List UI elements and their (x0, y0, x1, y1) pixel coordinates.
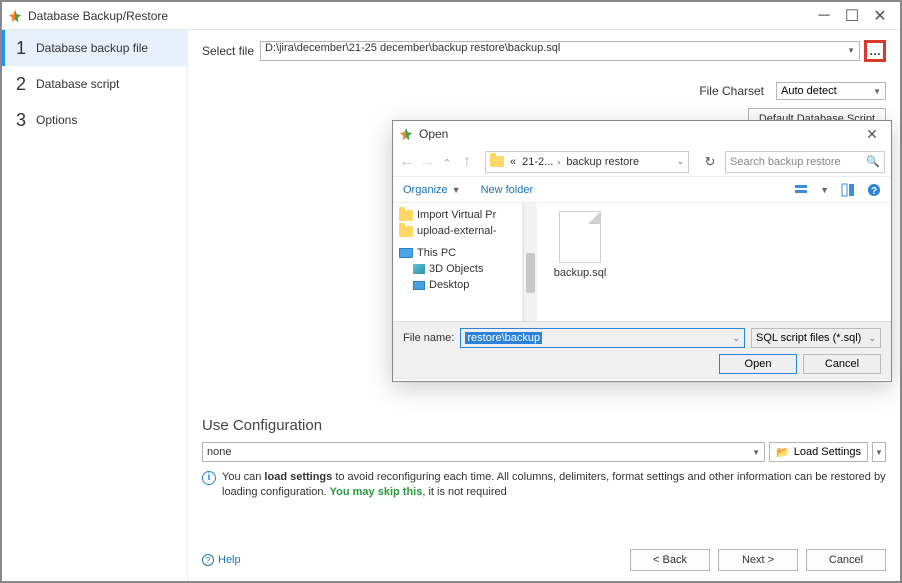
use-configuration-heading: Use Configuration (202, 417, 886, 434)
tree-item[interactable]: upload-external- (399, 223, 516, 239)
sql-file-icon (559, 211, 601, 263)
nav-back-button[interactable]: ← (399, 153, 415, 171)
folder-icon (490, 156, 504, 167)
folder-icon (399, 210, 413, 221)
chevron-down-icon: ⌄ (868, 333, 876, 344)
next-button[interactable]: Next > (718, 549, 798, 571)
search-icon: 🔍 (866, 155, 880, 168)
chevron-down-icon[interactable]: ⌄ (676, 156, 684, 167)
select-file-input[interactable]: D:\jira\december\21-25 december\backup r… (260, 41, 860, 61)
chevron-down-icon: ▼ (752, 448, 760, 457)
folder-icon (399, 226, 413, 237)
tree-item[interactable]: Import Virtual Pr (399, 207, 516, 223)
load-settings-dropdown[interactable]: ▼ (872, 442, 886, 462)
3d-objects-icon (413, 264, 425, 274)
filename-label: File name: (403, 332, 454, 344)
nav-forward-button[interactable]: → (419, 153, 435, 171)
folder-tree[interactable]: Import Virtual Pr upload-external- This … (393, 203, 523, 321)
desktop-icon (413, 281, 425, 290)
pc-icon (399, 248, 413, 258)
preview-pane-icon[interactable] (841, 183, 855, 197)
wizard-steps: 1 Database backup file 2 Database script… (2, 30, 188, 581)
tree-item[interactable]: Desktop (399, 277, 516, 293)
refresh-button[interactable]: ↻ (699, 151, 721, 173)
dialog-cancel-button[interactable]: Cancel (803, 354, 881, 374)
step-2[interactable]: 2 Database script (2, 66, 187, 102)
chevron-down-icon: ▼ (873, 87, 881, 96)
file-filter-select[interactable]: SQL script files (*.sql) ⌄ (751, 328, 881, 348)
svg-text:?: ? (871, 186, 877, 197)
open-file-dialog: Open ✕ ← → ⌄ ↑ « 21-2...› backup restore… (392, 120, 892, 382)
file-list[interactable]: backup.sql (537, 203, 891, 321)
back-button[interactable]: < Back (630, 549, 710, 571)
file-charset-label: File Charset (699, 84, 764, 98)
step-1[interactable]: 1 Database backup file (2, 30, 187, 66)
help-icon[interactable]: ? (867, 183, 881, 197)
help-link[interactable]: ? Help (202, 554, 241, 566)
file-charset-select[interactable]: Auto detect ▼ (776, 82, 886, 100)
filename-input[interactable]: restore\backup ⌄ (460, 328, 745, 348)
close-button[interactable]: ✕ (866, 6, 894, 26)
open-dialog-close-button[interactable]: ✕ (859, 124, 885, 144)
tree-scrollbar[interactable] (523, 203, 537, 321)
step-3[interactable]: 3 Options (2, 102, 187, 138)
titlebar: Database Backup/Restore ─ ☐ ✕ (2, 2, 900, 30)
minimize-button[interactable]: ─ (810, 6, 838, 26)
nav-recent-button[interactable]: ⌄ (439, 156, 455, 167)
help-icon: ? (202, 554, 214, 566)
open-dialog-title: Open (419, 127, 859, 141)
browse-button[interactable]: … (864, 40, 886, 62)
organize-menu[interactable]: Organize ▼ (403, 184, 461, 196)
app-logo-icon (8, 9, 22, 23)
open-button[interactable]: Open (719, 354, 797, 374)
chevron-down-icon[interactable]: ⌄ (732, 333, 740, 344)
view-mode-icon[interactable] (794, 183, 808, 197)
chevron-down-icon[interactable]: ▼ (847, 46, 855, 55)
folder-open-icon: 📂 (776, 446, 790, 459)
nav-up-button[interactable]: ↑ (459, 153, 475, 171)
cancel-button[interactable]: Cancel (806, 549, 886, 571)
tree-item[interactable]: 3D Objects (399, 261, 516, 277)
configuration-info-text: You can load settings to avoid reconfigu… (222, 470, 886, 501)
path-breadcrumb[interactable]: « 21-2...› backup restore ⌄ (485, 151, 689, 173)
file-item[interactable]: backup.sql (545, 211, 615, 279)
window-title: Database Backup/Restore (28, 9, 810, 23)
new-folder-button[interactable]: New folder (481, 184, 534, 196)
tree-item-this-pc[interactable]: This PC (399, 245, 516, 261)
info-icon: i (202, 471, 216, 485)
app-logo-icon (399, 127, 413, 141)
wizard-footer: ? Help < Back Next > Cancel (202, 549, 886, 571)
use-configuration-section: Use Configuration none ▼ 📂 Load Settings… (202, 417, 886, 501)
maximize-button[interactable]: ☐ (838, 6, 866, 26)
configuration-info: i You can load settings to avoid reconfi… (202, 470, 886, 501)
configuration-select[interactable]: none ▼ (202, 442, 765, 462)
select-file-label: Select file (202, 44, 254, 58)
chevron-down-icon[interactable]: ▼ (820, 185, 829, 195)
search-input[interactable]: Search backup restore 🔍 (725, 151, 885, 173)
load-settings-button[interactable]: 📂 Load Settings (769, 442, 868, 462)
